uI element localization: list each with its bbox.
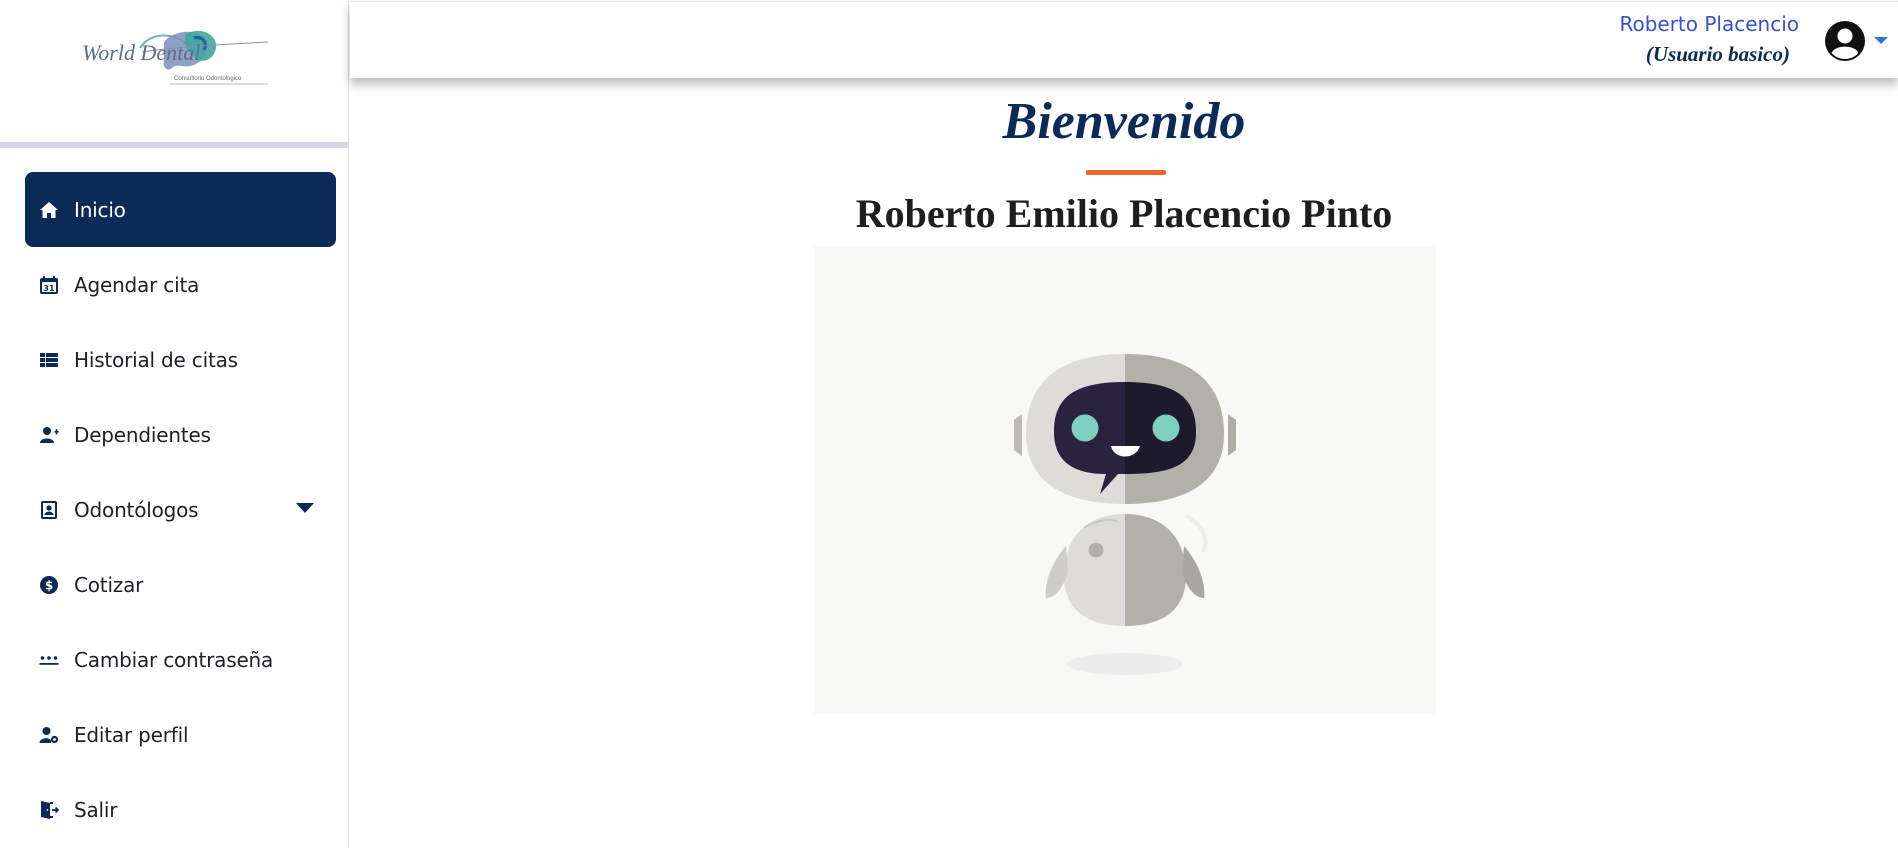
top-bar: Roberto Placencio (Usuario basico) xyxy=(350,1,1898,78)
sidebar-item-label: Cotizar xyxy=(74,572,144,597)
sidebar-item-label: Agendar cita xyxy=(74,272,200,297)
world-dental-logo[interactable]: World Dental Consultorio Odontologico xyxy=(82,28,272,100)
user-role: (Usuario basico) xyxy=(1645,42,1790,66)
password-dots-icon xyxy=(38,649,60,671)
sidebar-item-label: Inicio xyxy=(74,197,126,222)
calendar-icon: 31 xyxy=(38,274,60,296)
sidebar-item-inicio[interactable]: Inicio xyxy=(0,172,348,247)
dollar-icon: $ xyxy=(38,574,60,596)
user-name[interactable]: Roberto Placencio xyxy=(1619,12,1799,36)
sidebar-nav: Inicio 31 Agendar cita Historial de cita… xyxy=(0,148,348,847)
robot-illustration xyxy=(814,246,1436,714)
sidebar-item-label: Historial de citas xyxy=(74,347,238,372)
sidebar-item-cotizar[interactable]: $ Cotizar xyxy=(0,547,348,622)
svg-text:Consultorio Odontologico: Consultorio Odontologico xyxy=(174,76,242,82)
user-menu-caret-icon[interactable] xyxy=(1874,37,1888,44)
user-circle-icon[interactable] xyxy=(1824,20,1866,62)
list-icon xyxy=(38,349,60,371)
sidebar: World Dental Consultorio Odontologico In… xyxy=(0,0,349,848)
sidebar-item-label: Cambiar contraseña xyxy=(74,647,274,672)
svg-text:$: $ xyxy=(45,578,53,592)
svg-text:World Dental: World Dental xyxy=(82,40,200,65)
sidebar-item-dependientes[interactable]: Dependientes xyxy=(0,397,348,472)
sidebar-item-agendar-cita[interactable]: 31 Agendar cita xyxy=(0,247,348,322)
sidebar-item-odontologos[interactable]: Odontólogos xyxy=(0,472,348,547)
logo-area: World Dental Consultorio Odontologico xyxy=(0,0,348,148)
sidebar-item-label: Salir xyxy=(74,797,118,822)
main-content: Bienvenido Roberto Emilio Placencio Pint… xyxy=(350,78,1898,848)
sidebar-item-label: Editar perfil xyxy=(74,722,189,747)
sidebar-item-historial[interactable]: Historial de citas xyxy=(0,322,348,397)
chevron-down-icon[interactable] xyxy=(296,503,314,513)
user-gear-icon xyxy=(38,724,60,746)
welcome-title: Bienvenido xyxy=(1002,93,1246,150)
user-plus-icon xyxy=(38,424,60,446)
sidebar-item-salir[interactable]: Salir xyxy=(0,772,348,847)
sidebar-item-cambiar-contrasena[interactable]: Cambiar contraseña xyxy=(0,622,348,697)
contact-book-icon xyxy=(38,499,60,521)
home-icon xyxy=(38,199,60,221)
title-underline xyxy=(1086,170,1166,175)
sidebar-item-label: Dependientes xyxy=(74,422,211,447)
door-exit-icon xyxy=(38,799,60,821)
sidebar-item-label: Odontólogos xyxy=(74,497,199,522)
sidebar-item-editar-perfil[interactable]: Editar perfil xyxy=(0,697,348,772)
user-full-name: Roberto Emilio Placencio Pinto xyxy=(855,191,1393,236)
svg-text:31: 31 xyxy=(43,284,55,293)
